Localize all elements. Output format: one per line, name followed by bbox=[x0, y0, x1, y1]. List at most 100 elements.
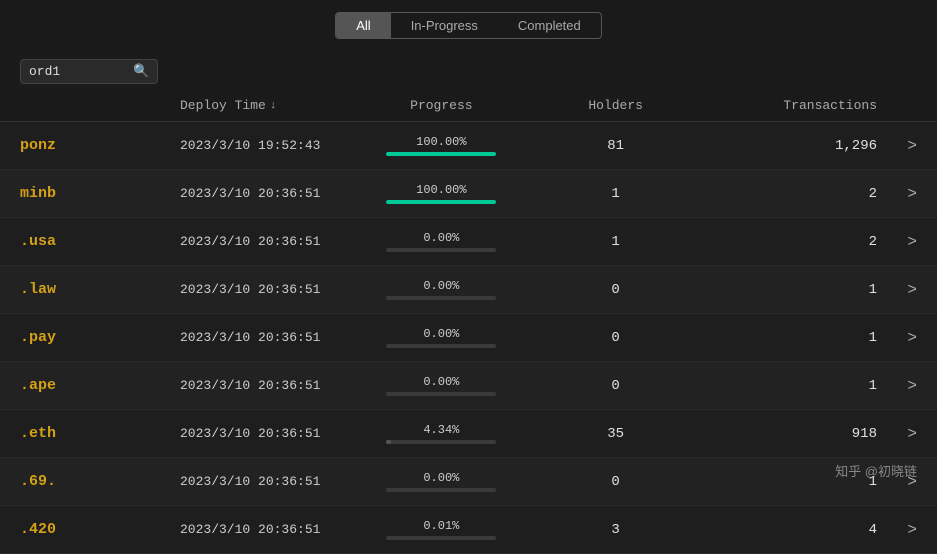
deploy-time-value: 2023/3/10 20:36:51 bbox=[180, 186, 320, 201]
cell-progress: 100.00% bbox=[354, 135, 528, 156]
cell-transactions: 4 bbox=[703, 522, 877, 538]
deploy-time-value: 2023/3/10 20:36:51 bbox=[180, 522, 320, 537]
cell-progress: 0.00% bbox=[354, 327, 528, 348]
table-row[interactable]: ponz 2023/3/10 19:52:43 100.00% 81 1,296 bbox=[0, 122, 937, 170]
cell-chevron[interactable]: > bbox=[877, 329, 917, 347]
search-row: 🔍 bbox=[0, 49, 937, 90]
cell-chevron[interactable]: > bbox=[877, 425, 917, 443]
progress-pct-label: 100.00% bbox=[416, 183, 466, 197]
table-row[interactable]: .eth 2023/3/10 20:36:51 4.34% 35 918 bbox=[0, 410, 937, 458]
table-header: Deploy Time ↓ Progress Holders Transacti… bbox=[0, 90, 937, 122]
progress-pct-label: 0.00% bbox=[423, 327, 459, 341]
progress-cell: 100.00% bbox=[386, 183, 496, 204]
cell-deploy-time: 2023/3/10 20:36:51 bbox=[180, 234, 354, 249]
chevron-icon: > bbox=[907, 329, 917, 347]
transactions-value: 1,296 bbox=[835, 138, 877, 154]
chevron-icon: > bbox=[907, 281, 917, 299]
cell-progress: 0.01% bbox=[354, 519, 528, 540]
holders-value: 0 bbox=[611, 330, 619, 346]
progress-pct-label: 0.00% bbox=[423, 375, 459, 389]
progress-cell: 0.00% bbox=[386, 231, 496, 252]
deploy-time-value: 2023/3/10 20:36:51 bbox=[180, 426, 320, 441]
cell-chevron[interactable]: > bbox=[877, 521, 917, 539]
cell-progress: 0.00% bbox=[354, 471, 528, 492]
holders-value: 3 bbox=[611, 522, 619, 538]
ticker-label: .usa bbox=[20, 233, 56, 250]
holders-value: 1 bbox=[611, 234, 619, 250]
holders-value: 1 bbox=[611, 186, 619, 202]
cell-transactions: 2 bbox=[703, 234, 877, 250]
deploy-time-value: 2023/3/10 20:36:51 bbox=[180, 378, 320, 393]
chevron-icon: > bbox=[907, 521, 917, 539]
progress-pct-label: 100.00% bbox=[416, 135, 466, 149]
cell-ticker: .usa bbox=[20, 233, 180, 250]
cell-ticker: .law bbox=[20, 281, 180, 298]
table-container: Deploy Time ↓ Progress Holders Transacti… bbox=[0, 90, 937, 554]
col-deploy-time: Deploy Time ↓ bbox=[180, 98, 354, 113]
progress-bar-fill bbox=[386, 200, 496, 204]
holders-value: 35 bbox=[607, 426, 624, 442]
deploy-time-value: 2023/3/10 20:36:51 bbox=[180, 330, 320, 345]
progress-bar-bg bbox=[386, 152, 496, 156]
tab-in-progress[interactable]: In-Progress bbox=[391, 13, 498, 38]
progress-pct-label: 0.00% bbox=[423, 279, 459, 293]
cell-progress: 0.00% bbox=[354, 279, 528, 300]
cell-ticker: .69. bbox=[20, 473, 180, 490]
cell-chevron[interactable]: > bbox=[877, 185, 917, 203]
ticker-label: minb bbox=[20, 185, 56, 202]
cell-transactions: 1 bbox=[703, 330, 877, 346]
table-row[interactable]: .420 2023/3/10 20:36:51 0.01% 3 4 > bbox=[0, 506, 937, 554]
cell-chevron[interactable]: > bbox=[877, 281, 917, 299]
cell-progress: 4.34% bbox=[354, 423, 528, 444]
cell-transactions: 1 bbox=[703, 378, 877, 394]
progress-bar-bg bbox=[386, 536, 496, 540]
progress-cell: 0.00% bbox=[386, 279, 496, 300]
table-row[interactable]: .pay 2023/3/10 20:36:51 0.00% 0 1 > bbox=[0, 314, 937, 362]
progress-bar-fill bbox=[386, 440, 391, 444]
cell-ticker: ponz bbox=[20, 137, 180, 154]
ticker-label: .law bbox=[20, 281, 56, 298]
cell-holders: 1 bbox=[529, 234, 703, 250]
deploy-time-value: 2023/3/10 19:52:43 bbox=[180, 138, 320, 153]
sort-icon: ↓ bbox=[270, 100, 277, 112]
table-body: ponz 2023/3/10 19:52:43 100.00% 81 1,296 bbox=[0, 122, 937, 554]
cell-chevron[interactable]: > bbox=[877, 137, 917, 155]
table-row[interactable]: .usa 2023/3/10 20:36:51 0.00% 1 2 > bbox=[0, 218, 937, 266]
cell-progress: 100.00% bbox=[354, 183, 528, 204]
cell-holders: 81 bbox=[529, 138, 703, 154]
tab-group: AllIn-ProgressCompleted bbox=[335, 12, 602, 39]
progress-bar-bg bbox=[386, 200, 496, 204]
chevron-icon: > bbox=[907, 233, 917, 251]
cell-deploy-time: 2023/3/10 20:36:51 bbox=[180, 282, 354, 297]
table-row[interactable]: .law 2023/3/10 20:36:51 0.00% 0 1 > bbox=[0, 266, 937, 314]
progress-pct-label: 0.00% bbox=[423, 471, 459, 485]
deploy-time-value: 2023/3/10 20:36:51 bbox=[180, 282, 320, 297]
progress-cell: 100.00% bbox=[386, 135, 496, 156]
tab-all[interactable]: All bbox=[336, 13, 390, 38]
ticker-label: ponz bbox=[20, 137, 56, 154]
cell-deploy-time: 2023/3/10 20:36:51 bbox=[180, 522, 354, 537]
progress-bar-fill bbox=[386, 152, 496, 156]
chevron-icon: > bbox=[907, 425, 917, 443]
cell-chevron[interactable]: > bbox=[877, 233, 917, 251]
cell-chevron[interactable]: > bbox=[877, 377, 917, 395]
cell-ticker: .420 bbox=[20, 521, 180, 538]
table-row[interactable]: .ape 2023/3/10 20:36:51 0.00% 0 1 > bbox=[0, 362, 937, 410]
search-input[interactable] bbox=[29, 64, 129, 79]
cell-deploy-time: 2023/3/10 20:36:51 bbox=[180, 378, 354, 393]
cell-holders: 1 bbox=[529, 186, 703, 202]
transactions-value: 1 bbox=[869, 378, 877, 394]
progress-cell: 0.01% bbox=[386, 519, 496, 540]
cell-deploy-time: 2023/3/10 19:52:43 bbox=[180, 138, 354, 153]
watermark: 知乎 @初晓链 bbox=[835, 461, 917, 480]
progress-pct-label: 0.00% bbox=[423, 231, 459, 245]
tab-completed[interactable]: Completed bbox=[498, 13, 601, 38]
cell-deploy-time: 2023/3/10 20:36:51 bbox=[180, 186, 354, 201]
ticker-label: .69. bbox=[20, 473, 56, 490]
table-row[interactable]: minb 2023/3/10 20:36:51 100.00% 1 2 bbox=[0, 170, 937, 218]
cell-transactions: 2 bbox=[703, 186, 877, 202]
col-progress: Progress bbox=[354, 98, 528, 113]
progress-cell: 4.34% bbox=[386, 423, 496, 444]
ticker-label: .eth bbox=[20, 425, 56, 442]
table-row[interactable]: .69. 2023/3/10 20:36:51 0.00% 0 1 > bbox=[0, 458, 937, 506]
